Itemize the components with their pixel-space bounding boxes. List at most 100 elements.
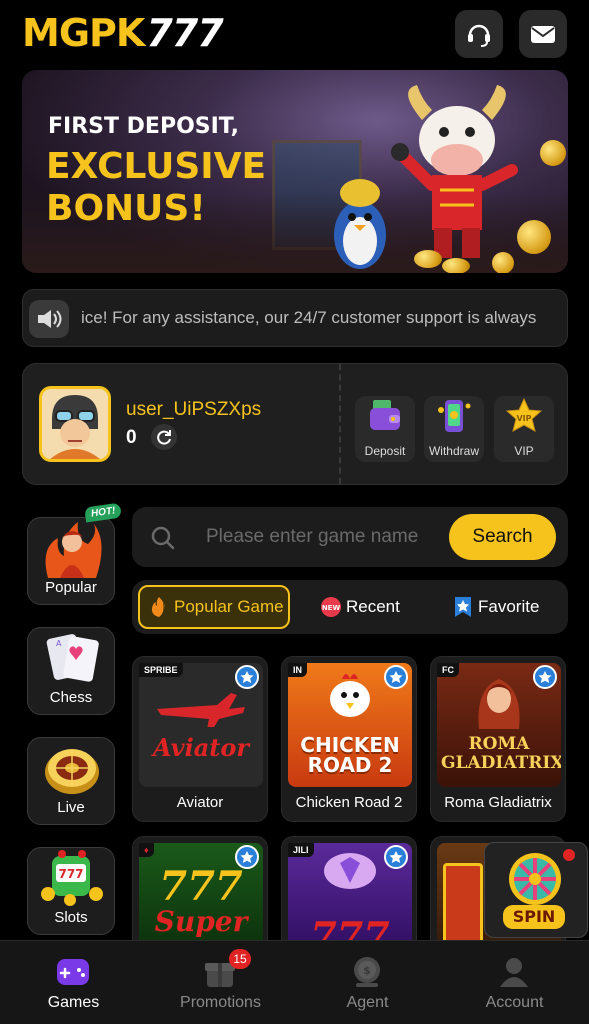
nav-agent[interactable]: $ Agent (294, 941, 441, 1024)
star-icon (389, 851, 403, 863)
withdraw-label: Withdraw (428, 444, 479, 458)
speaker-button[interactable] (29, 300, 69, 338)
announcement-text: ice! For any assistance, our 24/7 custom… (81, 308, 537, 327)
svg-text:777: 777 (58, 867, 83, 881)
coin-icon (414, 250, 442, 268)
playing-cards-icon: A (46, 634, 99, 682)
search-icon (151, 526, 175, 550)
announcement-marquee: ice! For any assistance, our 24/7 custom… (22, 289, 568, 347)
tab-label: Recent (346, 597, 400, 616)
speaker-icon (38, 310, 62, 328)
game-card-roma-gladiatrix[interactable]: FC ROMA GLADIATRIX Roma Gladiatrix (430, 656, 566, 822)
provider-badge: FC (437, 663, 459, 677)
tab-favorite[interactable]: Favorite (452, 585, 539, 629)
notification-dot (563, 849, 575, 861)
nav-account[interactable]: Account (441, 941, 588, 1024)
favorite-button[interactable] (235, 845, 259, 869)
game-art-title: ROMA GLADIATRIX (441, 734, 561, 773)
provider-badge: SPRIBE (139, 663, 183, 677)
roulette-icon (45, 749, 99, 794)
game-name: Chicken Road 2 (295, 794, 403, 811)
nav-label: Account (485, 994, 544, 1011)
category-label: Chess (49, 689, 93, 706)
category-popular[interactable]: Popular (27, 517, 115, 605)
coin-icon (492, 252, 514, 273)
category-slots[interactable]: 777 Slots (27, 847, 115, 935)
plane-icon (157, 693, 245, 727)
withdraw-button[interactable]: Withdraw (424, 396, 484, 462)
game-search-bar: Search (132, 507, 568, 567)
tab-label: Popular Game (174, 597, 284, 616)
username: user_UiPSZXps (126, 399, 262, 420)
category-label: Slots (54, 909, 88, 926)
spin-label: SPIN (503, 905, 565, 929)
nav-games[interactable]: Games (0, 941, 147, 1024)
slot-machine-icon: 777 (41, 850, 103, 906)
new-badge-icon: NEW (321, 597, 341, 617)
banner-line-2: EXCLUSIVE (46, 146, 267, 187)
tab-popular-game[interactable]: Popular Game (138, 585, 290, 629)
game-art-title: CHICKEN ROAD 2 (300, 733, 400, 777)
favorite-button[interactable] (384, 845, 408, 869)
vip-star-icon: VIP (506, 398, 542, 432)
category-chess[interactable]: A Chess (27, 627, 115, 715)
game-art-title: Aviator (153, 733, 249, 762)
balance-value: 0 (126, 427, 137, 448)
game-card-aviator[interactable]: SPRIBE Aviator Aviator (132, 656, 268, 822)
category-live[interactable]: Live (27, 737, 115, 825)
category-label: Popular (45, 579, 97, 596)
refresh-icon (157, 430, 171, 445)
card-divider (339, 364, 341, 484)
provider-badge: JILI (288, 843, 314, 857)
coin-stack-icon: $ (354, 957, 380, 987)
customer-support-button[interactable] (455, 10, 503, 58)
game-card-chicken-road-2[interactable]: IN CHICKEN ROAD 2 Chicken Road 2 (281, 656, 417, 822)
mail-button[interactable] (519, 10, 567, 58)
favorite-button[interactable] (384, 665, 408, 689)
banner-headline: EXCLUSIVE BONUS! (46, 146, 266, 230)
search-button[interactable]: Search (449, 514, 556, 560)
vip-button[interactable]: VIP VIP (494, 396, 554, 462)
refresh-balance-button[interactable] (151, 424, 177, 450)
spin-wheel-widget[interactable]: SPIN (484, 842, 588, 938)
banner-line-1: FIRST DEPOSIT, (48, 114, 240, 139)
tab-recent[interactable]: NEW Recent (320, 585, 400, 629)
flame-icon (151, 597, 165, 617)
provider-badge: ♦ (139, 843, 154, 857)
gems-logo-icon (324, 853, 376, 889)
svg-text:VIP: VIP (516, 414, 531, 423)
game-name: Aviator (176, 794, 224, 811)
fire-goddess-icon (45, 522, 102, 578)
vip-label: VIP (514, 444, 534, 458)
app-header: MGPK 777 (0, 0, 589, 66)
deposit-button[interactable]: Deposit (355, 396, 415, 462)
coin-icon (442, 258, 470, 273)
hot-badge: HOT! (84, 502, 123, 523)
logo-text-right: 777 (146, 11, 223, 55)
banner-line-3: BONUS! (46, 188, 206, 229)
favorite-button[interactable] (533, 665, 557, 689)
favorite-button[interactable] (235, 665, 259, 689)
user-info-card: user_UiPSZXps 0 Deposit Withdraw VIP VIP (22, 363, 568, 485)
avatar[interactable] (39, 386, 111, 462)
deposit-label: Deposit (364, 444, 406, 458)
chicken-icon (330, 674, 370, 717)
gladiatrix-icon (478, 679, 520, 729)
promo-banner[interactable]: FIRST DEPOSIT, EXCLUSIVE BONUS! (22, 70, 568, 273)
bottom-navigation: Games 15 Promotions $ Agent Account (0, 940, 589, 1024)
logo-text-left: MGPK (22, 11, 145, 55)
coin-icon (517, 220, 551, 254)
game-name: Roma Gladiatrix (444, 794, 552, 811)
mail-icon (531, 26, 555, 43)
nav-label: Promotions (180, 994, 261, 1011)
tab-label: Favorite (478, 597, 540, 616)
coin-icon (540, 140, 566, 166)
game-art-title: Super (154, 905, 248, 938)
svg-text:$: $ (363, 964, 371, 977)
search-input[interactable] (206, 522, 442, 552)
prize-wheel-icon (509, 853, 561, 905)
svg-text:NEW: NEW (322, 604, 341, 612)
avatar-pilot-icon (42, 389, 108, 459)
bookmark-star-icon (455, 597, 471, 617)
nav-promotions[interactable]: 15 Promotions (147, 941, 294, 1024)
